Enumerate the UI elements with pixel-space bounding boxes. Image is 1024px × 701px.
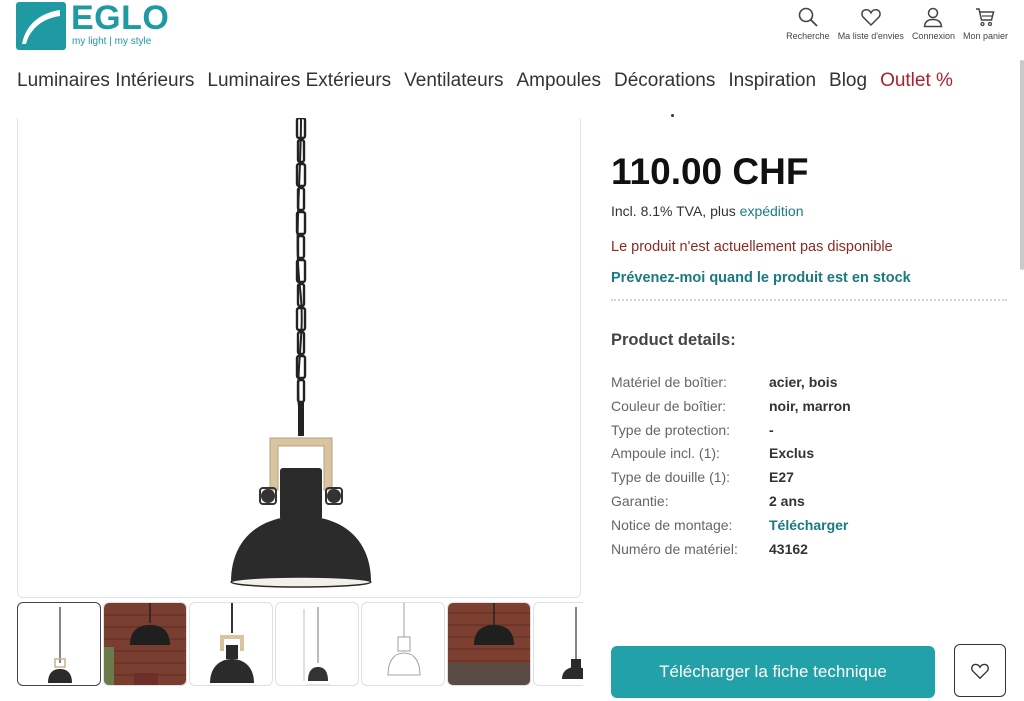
page-scrollbar[interactable] bbox=[1020, 60, 1024, 270]
spec-key: Couleur de boîtier: bbox=[611, 397, 727, 414]
nav-item-fans[interactable]: Ventilateurs bbox=[404, 70, 503, 92]
spec-row: Ampoule incl. (1): Exclus bbox=[611, 443, 851, 467]
search-button[interactable]: Recherche bbox=[786, 6, 830, 41]
tax-text: Incl. 8.1% TVA, plus bbox=[611, 203, 740, 219]
spec-value: - bbox=[769, 421, 774, 438]
pendant-lamp-image bbox=[230, 118, 372, 588]
section-divider bbox=[611, 299, 1007, 301]
availability-status: Le produit n'est actuellement pas dispon… bbox=[611, 239, 893, 255]
spec-key: Matériel de boîtier: bbox=[611, 374, 727, 390]
thumbnail-2[interactable] bbox=[103, 602, 187, 686]
wishlist-button[interactable]: Ma liste d'envies bbox=[838, 6, 904, 41]
nav-item-inspiration[interactable]: Inspiration bbox=[728, 70, 816, 92]
brand-name: EGLO bbox=[71, 0, 170, 37]
thumbnail-closeup-image bbox=[210, 603, 254, 683]
heart-icon bbox=[861, 8, 881, 27]
spec-row: Type de douille (1): E27 bbox=[611, 467, 851, 491]
thumbnail-strip bbox=[17, 602, 583, 686]
thumbnail-room-image-2 bbox=[448, 603, 530, 685]
product-price: 110.00 CHF bbox=[611, 151, 809, 192]
spec-key: Garantie: bbox=[611, 492, 669, 509]
product-details-title: Product details: bbox=[611, 331, 736, 349]
assembly-instructions-link[interactable]: Télécharger bbox=[769, 515, 848, 539]
thumbnail-3[interactable] bbox=[189, 602, 273, 686]
heart-icon bbox=[971, 663, 989, 679]
search-icon bbox=[798, 7, 818, 27]
thumbnail-1[interactable] bbox=[17, 602, 101, 686]
spec-value: 43162 bbox=[769, 540, 808, 557]
spec-key: Numéro de matériel: bbox=[611, 540, 738, 557]
spec-key: Ampoule incl. (1): bbox=[611, 445, 720, 462]
notify-stock-link[interactable]: Prévenez-moi quand le produit est en sto… bbox=[611, 270, 911, 286]
nav-item-outdoor-lights[interactable]: Luminaires Extérieurs bbox=[207, 70, 391, 92]
spec-value: acier, bois bbox=[769, 374, 838, 390]
thumbnail-7[interactable] bbox=[533, 602, 583, 686]
spec-value: noir, marron bbox=[769, 397, 851, 414]
spec-row: Type de protection: - bbox=[611, 420, 851, 444]
login-button[interactable]: Connexion bbox=[912, 6, 955, 41]
nav-item-decorations[interactable]: Décorations bbox=[614, 70, 715, 92]
spec-row: Numéro de matériel: 43162 bbox=[611, 539, 851, 563]
nav-item-bulbs[interactable]: Ampoules bbox=[516, 70, 601, 92]
spec-value: E27 bbox=[769, 469, 794, 486]
login-label: Connexion bbox=[911, 31, 955, 41]
logo-mark-icon bbox=[16, 2, 66, 50]
spec-row: Couleur de boîtier: noir, marron bbox=[611, 396, 851, 420]
search-label: Recherche bbox=[786, 31, 830, 41]
spec-value: 2 ans bbox=[769, 492, 805, 509]
shipping-link[interactable]: expédition bbox=[740, 203, 804, 219]
user-icon bbox=[924, 7, 943, 28]
thumbnail-drawing-image bbox=[387, 603, 421, 676]
thumbnail-5[interactable] bbox=[361, 602, 445, 686]
wishlist-label: Ma liste d'envies bbox=[837, 31, 904, 41]
add-to-wishlist-button[interactable] bbox=[954, 644, 1006, 697]
spec-row: Garantie: 2 ans bbox=[611, 491, 851, 515]
spec-value: Exclus bbox=[769, 445, 815, 462]
cart-button[interactable]: Mon panier bbox=[963, 6, 1008, 41]
thumbnail-lamp-image bbox=[48, 607, 72, 683]
spec-table: Matériel de boîtier: acier, bois Couleur… bbox=[611, 372, 851, 562]
spec-key: Type de douille (1): bbox=[611, 469, 731, 486]
thumbnail-room-image bbox=[104, 603, 186, 685]
brand-tagline: my light | my style bbox=[72, 36, 152, 47]
download-datasheet-button[interactable]: Télécharger la fiche technique bbox=[611, 646, 935, 698]
nav-item-blog[interactable]: Blog bbox=[829, 70, 867, 92]
spec-row: Matériel de boîtier: acier, bois bbox=[611, 372, 851, 396]
tax-info: Incl. 8.1% TVA, plus expédition bbox=[611, 203, 803, 219]
thumbnail-lamp-image-2 bbox=[562, 607, 583, 679]
cart-icon bbox=[976, 8, 995, 27]
thumbnail-dimensions-image bbox=[303, 607, 330, 685]
thumbnail-4[interactable] bbox=[275, 602, 359, 686]
nav-item-outlet[interactable]: Outlet % bbox=[880, 70, 953, 92]
product-main-image[interactable] bbox=[17, 118, 581, 598]
cart-label: Mon panier bbox=[962, 31, 1008, 41]
title-fragment-dot bbox=[671, 114, 674, 117]
spec-key: Type de protection: bbox=[611, 421, 731, 438]
spec-key: Notice de montage: bbox=[611, 516, 733, 533]
nav-item-indoor-lights[interactable]: Luminaires Intérieurs bbox=[17, 70, 194, 92]
main-navigation: Luminaires Intérieurs Luminaires Extérie… bbox=[17, 70, 966, 92]
brand-logo[interactable]: EGLO my light | my style bbox=[16, 0, 170, 52]
thumbnail-6[interactable] bbox=[447, 602, 531, 686]
site-header: EGLO my light | my style Recherche Ma li… bbox=[0, 0, 1024, 60]
header-actions: Recherche Ma liste d'envies Connexion Mo… bbox=[778, 6, 1008, 41]
spec-row: Notice de montage: Télécharger bbox=[611, 515, 851, 539]
